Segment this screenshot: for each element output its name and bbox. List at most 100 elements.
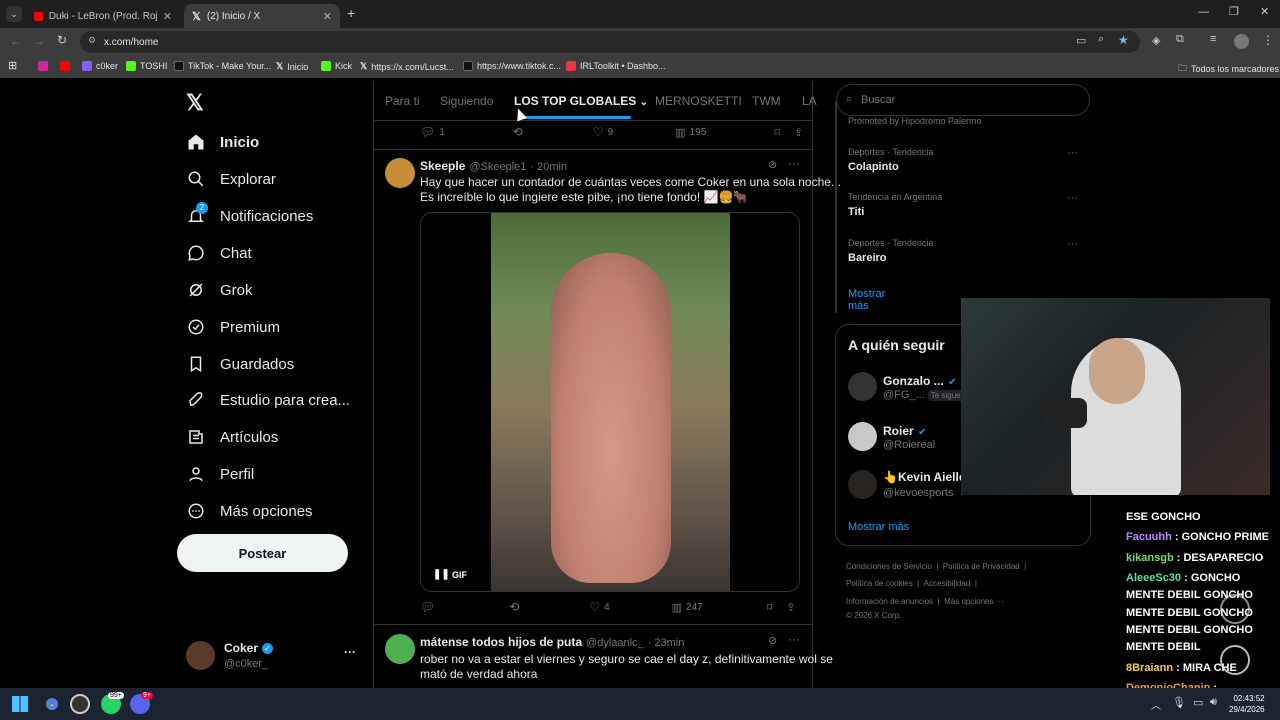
nav-explorar[interactable]: Explorar <box>186 169 276 189</box>
bookmark-kick[interactable]: Kick <box>321 61 352 71</box>
address-bar[interactable]: ⚙ x.com/home <box>80 31 1140 53</box>
show-more-trends-link[interactable]: Mostrar más <box>848 288 885 312</box>
tab-twm[interactable]: TWM <box>752 94 781 108</box>
tweet-media[interactable]: ❚❚ GIF <box>420 212 800 592</box>
bookmark-c0ker[interactable]: c0ker <box>82 61 118 71</box>
extension-icon[interactable]: ◈ <box>1152 34 1160 47</box>
media-icon[interactable]: ≡ <box>1210 33 1216 45</box>
retweet-icon[interactable]: ⟲ <box>513 125 523 139</box>
account-switcher[interactable]: Coker ✓ @c0ker_ ··· <box>186 639 360 673</box>
more-icon[interactable]: ··· <box>788 632 800 646</box>
bookmark-icon[interactable]: ⌑ <box>767 601 773 614</box>
trend-more-icon[interactable]: ··· <box>1067 147 1078 159</box>
puzzle-icon[interactable]: ⧉ <box>1176 33 1184 46</box>
like-icon[interactable]: ♡ <box>593 125 604 139</box>
tweet-time[interactable]: · 20min <box>530 161 567 173</box>
instagram-icon[interactable] <box>38 61 48 71</box>
nav-notificaciones[interactable]: 2 Notificaciones <box>186 202 313 226</box>
new-tab-button[interactable]: + <box>347 5 355 21</box>
minimize-icon[interactable]: — <box>1198 6 1209 18</box>
bookmark-tiktok[interactable]: TikTok - Make Your... <box>174 61 271 71</box>
nav-guardados[interactable]: Guardados <box>186 354 294 374</box>
trend-item[interactable]: Deportes · Tendencia Bareiro ··· <box>848 238 1078 264</box>
tweet[interactable]: mátense todos hijos de puta @dylaanlc_ ·… <box>374 625 833 688</box>
network-icon[interactable]: ▭ <box>1193 696 1203 709</box>
show-more-follow-link[interactable]: Mostrar más <box>848 521 909 533</box>
tray-chevron-icon[interactable]: ︿ <box>1151 697 1161 712</box>
tweet-handle[interactable]: @Skeeple1 <box>469 161 526 173</box>
nav-estudio[interactable]: Estudio para crea... <box>186 390 350 410</box>
trend-more-icon[interactable]: ··· <box>1067 238 1078 250</box>
grok-float-icon[interactable] <box>1220 645 1250 675</box>
close-tab-icon[interactable]: ✕ <box>323 10 332 23</box>
youtube-bookmark-icon[interactable] <box>60 61 70 71</box>
apps-icon[interactable]: ⊞ <box>8 59 17 72</box>
clock[interactable]: 02:43:52 29/4/2026 <box>1229 693 1265 715</box>
tab-para-ti[interactable]: Para ti <box>385 94 420 108</box>
volume-icon[interactable]: 🔊︎ <box>1210 696 1217 709</box>
grok-icon[interactable]: ⊘ <box>768 158 777 171</box>
share-icon[interactable]: ⇪ <box>794 126 803 139</box>
tab-youtube[interactable]: Duki - LeBron (Prod. Rojas & D... ✕ <box>26 4 180 28</box>
site-info-icon[interactable]: ⚙ <box>88 35 96 46</box>
close-tab-icon[interactable]: ✕ <box>163 10 172 23</box>
tweet[interactable]: Skeeple @Skeeple1 · 20min ⊘ ··· Hay que … <box>374 150 841 630</box>
nav-perfil[interactable]: Perfil <box>186 464 254 484</box>
like-icon[interactable]: ♡ <box>589 600 600 614</box>
tweet-handle[interactable]: @dylaanlc_ <box>586 637 644 649</box>
tab-x-home[interactable]: 𝕏 (2) Inicio / X ✕ <box>184 4 340 28</box>
bookmark-x-lucst[interactable]: 𝕏https://x.com/Lucst... <box>360 61 454 72</box>
search-input[interactable]: ⌕ Buscar <box>836 84 1090 116</box>
views-icon[interactable]: ▥ <box>675 126 685 139</box>
mic-icon[interactable]: 🎙︎ <box>1172 696 1186 709</box>
zoom-icon[interactable]: ⌕ <box>1098 33 1104 46</box>
reload-icon[interactable]: ↻ <box>57 33 67 47</box>
maximize-icon[interactable]: ❐ <box>1229 5 1239 18</box>
bookmark-inicio[interactable]: 𝕏 Inicio <box>276 61 308 72</box>
nav-inicio[interactable]: Inicio <box>186 132 259 152</box>
x-logo-icon[interactable]: 𝕏 <box>186 90 204 116</box>
retweet-icon[interactable]: ⟲ <box>509 600 519 614</box>
profile-avatar[interactable] <box>1234 34 1249 49</box>
nav-mas-opciones[interactable]: Más opciones <box>186 501 313 521</box>
bookmark-star-icon[interactable]: ★ <box>1118 33 1129 47</box>
bookmark-tiktok-url[interactable]: https://www.tiktok.c... <box>463 61 561 71</box>
views-icon[interactable]: ▥ <box>672 601 682 614</box>
bookmarks-folder[interactable]: 🗀 Todos los marcadores <box>1178 61 1279 77</box>
account-more-icon[interactable]: ··· <box>344 645 356 659</box>
chrome-icon[interactable] <box>42 694 62 714</box>
cast-icon[interactable]: ▭ <box>1076 34 1086 47</box>
bookmark-icon[interactable]: ⌑ <box>774 126 780 139</box>
menu-icon[interactable]: ⋮ <box>1262 33 1274 47</box>
grok-icon[interactable]: ⊘ <box>768 634 777 647</box>
nav-articulos[interactable]: Artículos <box>186 427 278 447</box>
tab-la[interactable]: LA <box>802 94 817 108</box>
bookmark-toshi[interactable]: TOSHI <box>126 61 167 71</box>
obs-icon[interactable] <box>70 694 90 714</box>
tab-siguiendo[interactable]: Siguiendo <box>440 94 493 108</box>
nav-premium[interactable]: Premium <box>186 317 280 337</box>
close-window-icon[interactable]: ✕ <box>1260 5 1269 18</box>
post-button[interactable]: Postear <box>177 534 348 572</box>
trend-more-icon[interactable]: ··· <box>1067 192 1078 204</box>
tab-los-top-globales[interactable]: LOS TOP GLOBALES ⌄ <box>514 94 648 108</box>
tab-mernosketti[interactable]: MERNOSKETTI <box>655 94 742 108</box>
share-icon[interactable]: ⇪ <box>786 601 795 614</box>
compose-float-icon[interactable] <box>1220 594 1250 624</box>
trend-item[interactable]: Deportes · Tendencia Colapinto ··· <box>848 147 1078 173</box>
tweet-author[interactable]: Skeeple <box>420 159 465 173</box>
more-icon[interactable]: ··· <box>788 156 800 170</box>
reply-icon[interactable]: 💬︎ <box>420 600 435 614</box>
reply-icon[interactable]: 💬︎ <box>420 125 435 139</box>
bookmark-irltoolkit[interactable]: IRLToolkit • Dashbo... <box>566 61 666 71</box>
nav-chat[interactable]: Chat <box>186 243 252 263</box>
windows-start-icon[interactable] <box>12 696 28 712</box>
tweet-author[interactable]: mátense todos hijos de puta <box>420 635 582 649</box>
trend-item[interactable]: Tendencia en Argentina Titi ··· <box>848 192 1078 218</box>
back-icon[interactable]: ← <box>10 34 22 48</box>
nav-grok[interactable]: Grok <box>186 280 253 300</box>
tweet-time[interactable]: · 23min <box>648 637 685 649</box>
forward-icon[interactable]: → <box>33 34 45 48</box>
pause-icon[interactable]: ❚❚ <box>433 569 450 580</box>
tab-search-button[interactable]: ⌄ <box>6 6 22 22</box>
